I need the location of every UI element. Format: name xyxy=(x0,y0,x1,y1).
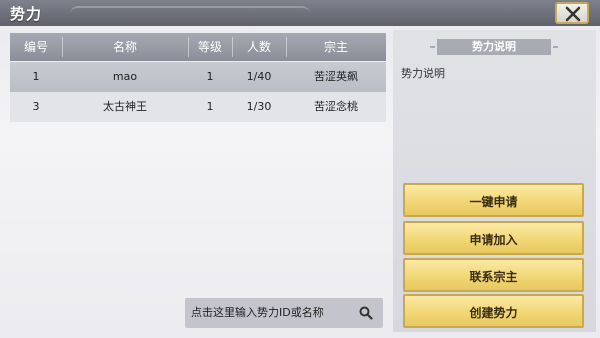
search-placeholder: 点击这里输入势力ID或名称 xyxy=(191,306,324,319)
info-title: 势力说明 xyxy=(430,39,558,55)
search-input[interactable]: 点击这里输入势力ID或名称 xyxy=(185,298,383,328)
window-title: 势力 xyxy=(10,5,43,23)
quick-apply-button[interactable]: 一键申请 xyxy=(403,183,584,217)
row-id: 3 xyxy=(32,100,40,113)
row-name: 太古神王 xyxy=(103,100,147,113)
close-button[interactable] xyxy=(555,2,589,24)
row-members: 1/30 xyxy=(246,100,272,113)
apply-join-button[interactable]: 申请加入 xyxy=(403,221,584,255)
header-id: 编号 xyxy=(23,40,48,54)
row-leader: 苦涩念桃 xyxy=(314,100,358,113)
table-row[interactable]: 3 太古神王 1 1/30 苦涩念桃 xyxy=(10,92,386,122)
row-leader: 苦涩英飙 xyxy=(314,70,358,83)
header-level: 等级 xyxy=(197,40,222,54)
contact-leader-button[interactable]: 联系宗主 xyxy=(403,258,584,292)
title-ornament xyxy=(70,6,310,22)
faction-window: 势力 编号 名称 等级 人数 宗主 1 mao 1 1/40 苦涩英飙 3 太古… xyxy=(0,0,600,338)
row-name: mao xyxy=(112,70,138,83)
row-members: 1/40 xyxy=(246,70,272,83)
close-icon xyxy=(565,6,581,22)
row-id: 1 xyxy=(32,70,40,83)
row-level: 1 xyxy=(206,100,214,113)
faction-info-panel: 势力说明 势力说明 一键申请 申请加入 联系宗主 创建势力 xyxy=(393,30,596,332)
info-text: 势力说明 xyxy=(401,67,445,80)
row-level: 1 xyxy=(206,70,214,83)
table-header: 编号 名称 等级 人数 宗主 xyxy=(10,33,386,61)
table-row[interactable]: 1 mao 1 1/40 苦涩英飙 xyxy=(10,62,386,92)
faction-list-panel: 编号 名称 等级 人数 宗主 1 mao 1 1/40 苦涩英飙 3 太古神王 … xyxy=(8,30,386,332)
header-leader: 宗主 xyxy=(323,40,348,54)
search-icon[interactable] xyxy=(359,306,373,320)
title-bar: 势力 xyxy=(0,0,600,26)
header-members: 人数 xyxy=(246,40,271,54)
header-name: 名称 xyxy=(112,40,137,54)
create-faction-button[interactable]: 创建势力 xyxy=(403,294,584,328)
